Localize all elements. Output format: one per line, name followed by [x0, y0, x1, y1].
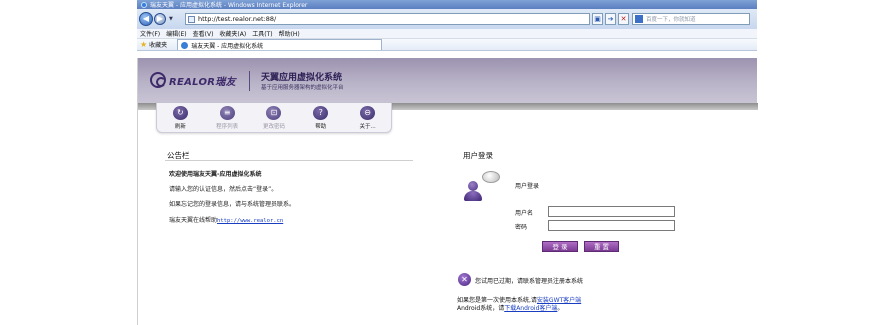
favorites-star-icon[interactable]: ★	[140, 40, 147, 49]
address-text: http://test.realor.net:88/	[198, 15, 277, 23]
toolbar-help-label: 帮助	[315, 124, 327, 130]
toolbar-about[interactable]: ⊖ 关于...	[348, 106, 388, 130]
back-button[interactable]: ◀	[139, 12, 153, 26]
username-field[interactable]	[548, 206, 675, 217]
web-page: REALOR瑞友 天翼应用虚拟化系统 基于应用服务器架构的虚拟化平台 ↻ 刷新 …	[137, 58, 758, 325]
menu-edit[interactable]: 编辑(E)	[166, 29, 186, 38]
menu-tools[interactable]: 工具(T)	[252, 29, 272, 38]
menu-help[interactable]: 帮助(H)	[279, 29, 300, 38]
window-title: 瑞友天翼 - 应用虚拟化系统 - Windows Internet Explor…	[150, 2, 308, 9]
window-titlebar: 瑞友天翼 - 应用虚拟化系统 - Windows Internet Explor…	[137, 0, 757, 9]
menu-favorites[interactable]: 收藏夹(A)	[219, 29, 246, 38]
login-subtitle: 用户登录	[515, 183, 540, 190]
reset-button[interactable]: 重 置	[584, 241, 619, 252]
stop-icon[interactable]: ✕	[618, 13, 629, 25]
refresh-icon: ↻	[172, 106, 188, 120]
lock-icon: ⊡	[266, 106, 282, 120]
notice-divider	[165, 160, 413, 161]
toolbar-program-list[interactable]: ≡ 程序列表	[207, 106, 247, 130]
trial-expired-message: 您试用已过期，请联系管理员注册本系统	[475, 278, 584, 285]
toolbar-program-list-label: 程序列表	[216, 124, 239, 130]
browser-tab[interactable]: 瑞友天翼 - 应用虚拟化系统	[177, 39, 383, 50]
login-button[interactable]: 登 录	[542, 241, 578, 252]
compat-view-icon[interactable]: ▣	[592, 13, 603, 25]
speech-bubble-icon	[482, 171, 500, 183]
notice-line-3: 瑞友天翼在线帮助http://www.realor.cn	[169, 215, 283, 224]
about-icon: ⊖	[360, 106, 376, 120]
toolbar-change-password-label: 更改密码	[262, 124, 285, 130]
address-input[interactable]: http://test.realor.net:88/	[185, 13, 590, 25]
user-avatar-icon	[464, 171, 504, 203]
android-prefix: Android系统，请	[457, 305, 505, 312]
search-input[interactable]: 百度一下，你就知道	[632, 13, 750, 25]
search-provider-icon	[635, 15, 643, 23]
realor-logo: REALOR瑞友	[150, 72, 236, 88]
ie-logo-icon	[141, 1, 147, 8]
history-dropdown-icon[interactable]: ▼	[169, 16, 173, 22]
tab-title: 瑞友天翼 - 应用虚拟化系统	[191, 42, 264, 50]
list-icon: ≡	[219, 106, 235, 120]
address-bar-row: ◀ ▶ ▼ http://test.realor.net:88/ ▣ ➔ ✕ 百…	[137, 9, 757, 29]
tab-favicon-icon	[181, 41, 189, 49]
browser-chrome: 瑞友天翼 - 应用虚拟化系统 - Windows Internet Explor…	[137, 0, 757, 58]
android-download-line: Android系统，请下载Android客户端。	[457, 303, 563, 312]
favorites-button[interactable]: 收藏夹	[149, 40, 167, 49]
download-android-client-link[interactable]: 下载Android客户端	[504, 305, 557, 312]
realor-logo-icon	[150, 72, 166, 88]
username-label: 用户名	[515, 210, 534, 217]
login-title: 用户登录	[463, 151, 493, 160]
menu-file[interactable]: 文件(F)	[140, 29, 160, 38]
address-tools: ▣ ➔ ✕	[592, 13, 629, 25]
toolbar-help[interactable]: ? 帮助	[301, 106, 341, 130]
toolbar-about-label: 关于...	[359, 124, 376, 130]
toolbar-change-password[interactable]: ⊡ 更改密码	[254, 106, 294, 130]
product-subtitle: 基于应用服务器架构的虚拟化平台	[261, 85, 344, 91]
password-label: 密码	[515, 224, 528, 231]
forward-button[interactable]: ▶	[154, 13, 166, 25]
android-suffix: 。	[557, 305, 564, 312]
toolbar-panel: ↻ 刷新 ≡ 程序列表 ⊡ 更改密码 ? 帮助 ⊖ 关于...	[156, 103, 392, 133]
expired-warning-icon: ✕	[458, 273, 471, 286]
menu-view[interactable]: 查看(V)	[193, 29, 214, 38]
page-header: REALOR瑞友 天翼应用虚拟化系统 基于应用服务器架构的虚拟化平台	[138, 58, 757, 103]
help-icon: ?	[313, 106, 329, 120]
notice-help-prefix: 瑞友天翼在线帮助	[169, 217, 218, 224]
product-title: 天翼应用虚拟化系统	[261, 73, 343, 83]
logo-text: REALOR瑞友	[169, 76, 236, 88]
page-icon	[188, 15, 195, 23]
menu-bar: 文件(F) 编辑(E) 查看(V) 收藏夹(A) 工具(T) 帮助(H)	[137, 29, 757, 39]
help-link[interactable]: http://www.realor.cn	[217, 218, 283, 224]
favorites-bar: ★ 收藏夹 瑞友天翼 - 应用虚拟化系统	[137, 39, 757, 51]
toolbar-refresh[interactable]: ↻ 刷新	[160, 106, 200, 130]
notice-line-1: 请输入您的认证信息，然后点击“登录”。	[169, 186, 278, 193]
toolbar-refresh-label: 刷新	[174, 124, 186, 130]
logo-divider	[249, 71, 250, 91]
search-placeholder: 百度一下，你就知道	[646, 17, 696, 23]
password-field[interactable]	[548, 220, 675, 231]
go-icon[interactable]: ➔	[605, 13, 616, 25]
notice-welcome: 欢迎使用瑞友天翼-应用虚拟化系统	[169, 171, 262, 178]
notice-line-2: 如果忘记您的登录信息，请与系统管理员联系。	[169, 201, 296, 208]
